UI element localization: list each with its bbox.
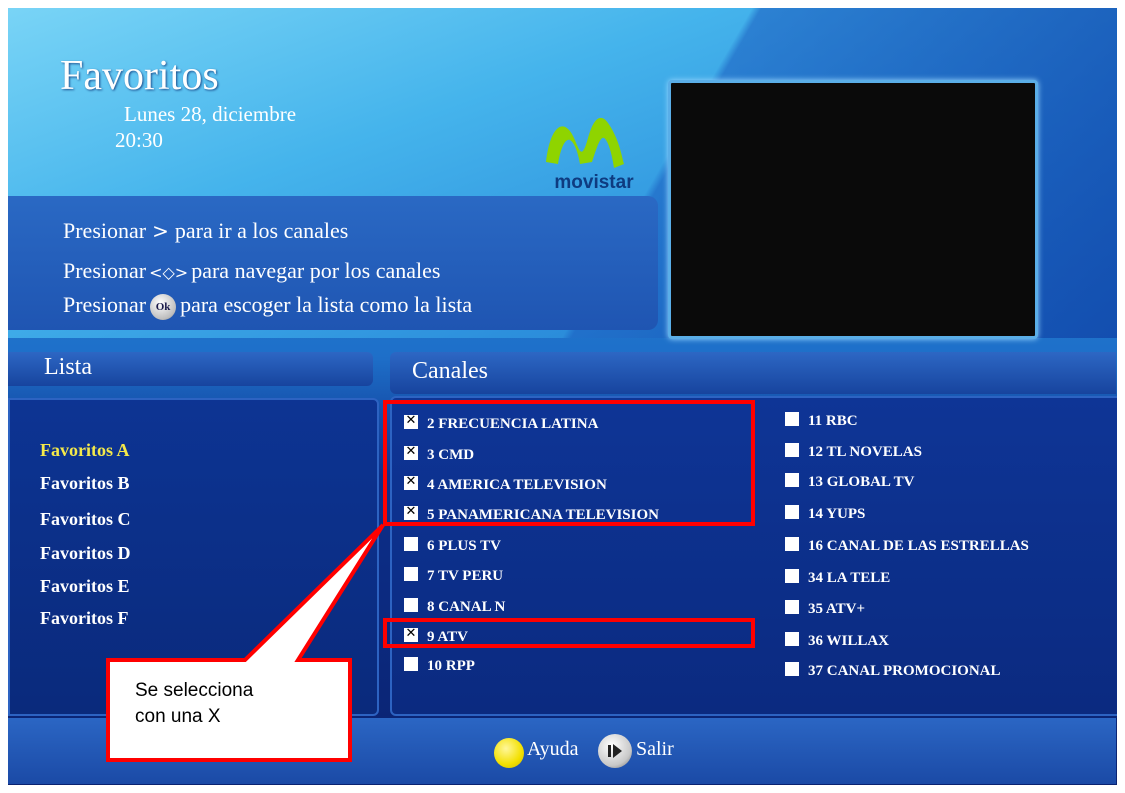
ok-button-icon: Ok: [150, 293, 177, 320]
channel-label: 37 CANAL PROMOCIONAL: [808, 663, 1001, 679]
list-item-favoritos-d[interactable]: Favoritos D: [40, 543, 130, 564]
unchecked-box-icon[interactable]: [785, 569, 799, 583]
canales-header: Canales: [390, 352, 1116, 394]
channel-label: 14 YUPS: [808, 506, 866, 522]
right-arrow-icon: >: [152, 219, 169, 243]
exit-label[interactable]: Salir: [636, 738, 674, 761]
channel-label: 12 TL NOVELAS: [808, 444, 922, 460]
channel-item[interactable]: 14 YUPS: [785, 505, 865, 523]
lista-header: Lista: [8, 352, 373, 386]
channel-label: 13 GLOBAL TV: [808, 474, 915, 490]
channel-label: 34 LA TELE: [808, 570, 891, 586]
instructions-panel: Presionar > para ir a los canales Presiona…: [8, 196, 658, 330]
unchecked-box-icon[interactable]: [404, 567, 418, 581]
channel-item[interactable]: 11 RBC: [785, 412, 858, 430]
unchecked-box-icon[interactable]: [785, 632, 799, 646]
video-preview: [668, 80, 1038, 339]
channel-item[interactable]: 8 CANAL N: [404, 598, 505, 616]
channel-item[interactable]: 13 GLOBAL TV: [785, 473, 914, 491]
channel-item[interactable]: 10 RPP: [404, 657, 475, 675]
unchecked-box-icon[interactable]: [404, 537, 418, 551]
unchecked-box-icon[interactable]: [404, 657, 418, 671]
channel-label: 35 ATV+: [808, 601, 866, 617]
unchecked-box-icon[interactable]: [785, 473, 799, 487]
instruction-line-2: Presionar <◇> para navegar por los canales: [63, 258, 441, 283]
list-item-favoritos-b[interactable]: Favoritos B: [40, 473, 130, 494]
page-title: Favoritos: [60, 53, 219, 99]
annotation-box-checked-group: [383, 400, 755, 526]
channel-label: 8 CANAL N: [427, 599, 506, 615]
navigate-arrows-icon: <◇>: [149, 263, 189, 282]
unchecked-box-icon[interactable]: [785, 443, 799, 457]
unchecked-box-icon[interactable]: [785, 412, 799, 426]
annotation-box-checked-atv: [383, 618, 755, 648]
instruction-line-1: Presionar > para ir a los canales: [63, 218, 349, 243]
movistar-logo-text: movistar: [554, 172, 634, 193]
channel-item[interactable]: 35 ATV+: [785, 600, 865, 618]
exit-icon[interactable]: [598, 734, 632, 768]
unchecked-box-icon[interactable]: [785, 600, 799, 614]
yellow-help-button-icon[interactable]: [494, 738, 524, 768]
channel-item[interactable]: 7 TV PERU: [404, 567, 503, 585]
lista-title: Lista: [44, 354, 92, 380]
channel-item[interactable]: 16 CANAL DE LAS ESTRELLAS: [785, 537, 1029, 555]
list-item-favoritos-e[interactable]: Favoritos E: [40, 576, 130, 597]
unchecked-box-icon[interactable]: [404, 598, 418, 612]
callout-text: Se selecciona con una X: [135, 680, 254, 727]
exit-symbol-icon: [608, 744, 622, 758]
channel-item[interactable]: 36 WILLAX: [785, 632, 889, 650]
channel-item[interactable]: 37 CANAL PROMOCIONAL: [785, 662, 1001, 680]
help-label[interactable]: Ayuda: [527, 738, 578, 761]
list-item-favoritos-f[interactable]: Favoritos F: [40, 608, 128, 629]
channel-label: 10 RPP: [427, 658, 475, 674]
unchecked-box-icon[interactable]: [785, 662, 799, 676]
list-item-favoritos-c[interactable]: Favoritos C: [40, 509, 130, 530]
time-label: 20:30: [115, 128, 163, 152]
channel-label: 16 CANAL DE LAS ESTRELLAS: [808, 538, 1029, 554]
canales-title: Canales: [412, 358, 488, 384]
date-label: Lunes 28, diciembre: [124, 102, 297, 126]
unchecked-box-icon[interactable]: [785, 537, 799, 551]
channel-item[interactable]: 34 LA TELE: [785, 569, 890, 587]
list-item-favoritos-a[interactable]: Favoritos A: [40, 440, 130, 461]
unchecked-box-icon[interactable]: [785, 505, 799, 519]
channel-label: 6 PLUS TV: [427, 538, 501, 554]
channel-label: 36 WILLAX: [808, 633, 889, 649]
instruction-line-3: Presionar Ok para escoger la lista como la…: [63, 292, 472, 320]
channel-label: 7 TV PERU: [427, 568, 504, 584]
channel-item[interactable]: 6 PLUS TV: [404, 537, 501, 555]
channel-item[interactable]: 12 TL NOVELAS: [785, 443, 922, 461]
tv-screen: Favoritos Lunes 28, diciembre 20:30 movi…: [0, 0, 1125, 793]
channel-label: 11 RBC: [808, 413, 858, 429]
